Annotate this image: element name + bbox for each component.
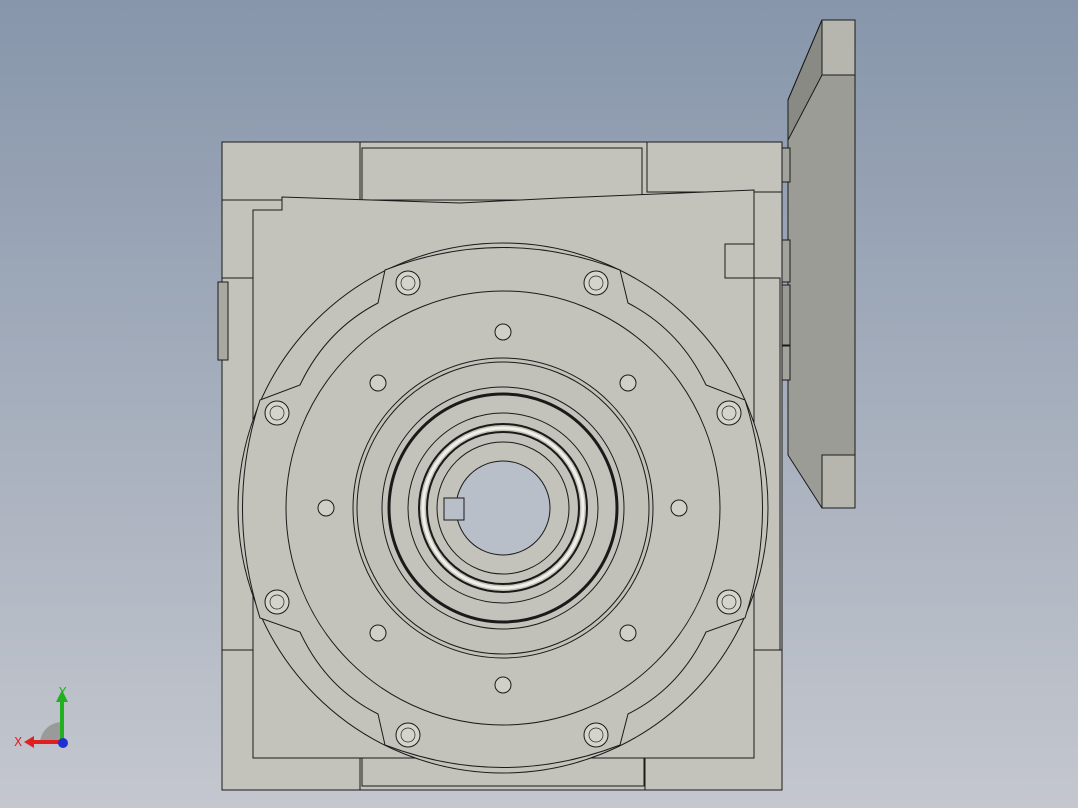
- bolt-head: [395, 722, 421, 748]
- bolt-head: [583, 722, 609, 748]
- bolt-head: [583, 270, 609, 296]
- thread-hole: [494, 676, 512, 694]
- bolt-head: [716, 400, 742, 426]
- bolt-head: [716, 589, 742, 615]
- y-axis-label: Y: [58, 685, 67, 699]
- triad-wedge: [40, 721, 62, 742]
- thread-hole: [317, 499, 335, 517]
- 3d-viewport[interactable]: X Y: [0, 0, 1078, 808]
- x-axis-label: X: [14, 735, 22, 749]
- thread-hole: [369, 624, 387, 642]
- top-right-lug: [646, 141, 783, 193]
- thread-hole: [494, 323, 512, 341]
- bolt-head: [395, 270, 421, 296]
- z-axis: [58, 738, 68, 748]
- gearbox-model[interactable]: [0, 0, 1078, 808]
- orientation-triad[interactable]: X Y: [10, 684, 80, 754]
- thread-hole: [619, 374, 637, 392]
- thread-hole: [369, 374, 387, 392]
- motor-flange[interactable]: [775, 19, 856, 509]
- top-left-lug: [221, 141, 361, 201]
- x-axis-arrow: [24, 736, 34, 748]
- thread-hole: [670, 499, 688, 517]
- bolt-head: [264, 400, 290, 426]
- bolt-head: [264, 589, 290, 615]
- thread-hole: [619, 624, 637, 642]
